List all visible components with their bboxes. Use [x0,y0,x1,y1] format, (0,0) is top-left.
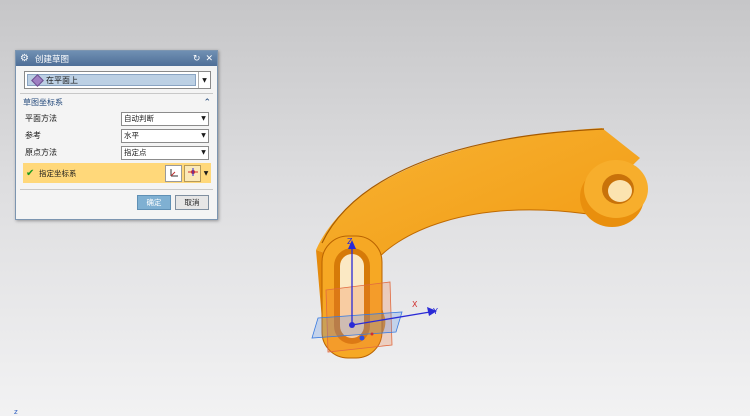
ok-button[interactable]: 确定 [137,195,171,210]
plane-method-select[interactable]: 自动判断 ▼ [121,111,209,126]
xc-csys-icon [187,168,198,176]
chevron-down-icon[interactable]: ▼ [201,170,211,177]
axis-x-label: X [412,300,418,309]
specify-csys-label: 指定坐标系 [39,168,77,178]
origin-method-value: 指定点 [124,148,147,157]
chevron-down-icon[interactable]: ▼ [198,72,210,88]
reference-label: 参考 [25,131,41,140]
plane-type-icon [31,73,44,87]
csys-icon [170,169,178,177]
axis-z-label: Z [347,237,353,246]
origin-method-row: 原点方法 指定点 ▼ [25,145,211,160]
sketch-type-value: 在平面上 [46,75,78,85]
reference-select[interactable]: 水平 ▼ [121,128,209,143]
gear-icon: ⚙ [20,52,29,64]
plane-method-label: 平面方法 [25,114,57,123]
axis-y-label: Y [432,307,438,316]
chevron-down-icon: ▼ [201,132,206,139]
sketch-csys-group-header[interactable]: 草图坐标系 ⌃ [23,96,211,109]
reference-row: 参考 水平 ▼ [25,128,211,143]
group-label: 草图坐标系 [23,98,63,107]
plane-method-row: 平面方法 自动判断 ▼ [25,111,211,126]
reset-icon[interactable]: ↻ [193,54,201,64]
sketch-type-select[interactable]: 在平面上 ▼ [24,71,211,89]
inferred-csys-button[interactable] [184,164,201,182]
origin-method-label: 原点方法 [25,148,57,157]
dialog-titlebar[interactable]: ⚙ 创建草图 ↻ ✕ [16,51,217,66]
checkmark-icon: ✔ [26,167,35,179]
divider [20,93,213,94]
chevron-down-icon: ▼ [201,149,206,156]
dialog-buttons: 确定 取消 [16,195,209,210]
chevron-down-icon: ▼ [201,115,206,122]
divider [20,189,213,190]
specify-csys-row[interactable]: ✔ 指定坐标系 ▼ [23,163,211,183]
reference-value: 水平 [124,131,139,140]
close-icon[interactable]: ✕ [205,54,213,64]
chevron-up-icon[interactable]: ⌃ [203,98,211,108]
create-sketch-dialog: ⚙ 创建草图 ↻ ✕ 在平面上 ▼ 草图坐标系 ⌃ 平面方法 自动判断 ▼ 参考… [15,50,218,220]
origin-method-select[interactable]: 指定点 ▼ [121,145,209,160]
csys-dialog-button[interactable] [165,164,182,182]
dialog-title: 创建草图 [35,54,70,65]
cancel-button[interactable]: 取消 [175,195,209,210]
corner-z-label: z [14,408,18,416]
plane-method-value: 自动判断 [124,114,154,123]
